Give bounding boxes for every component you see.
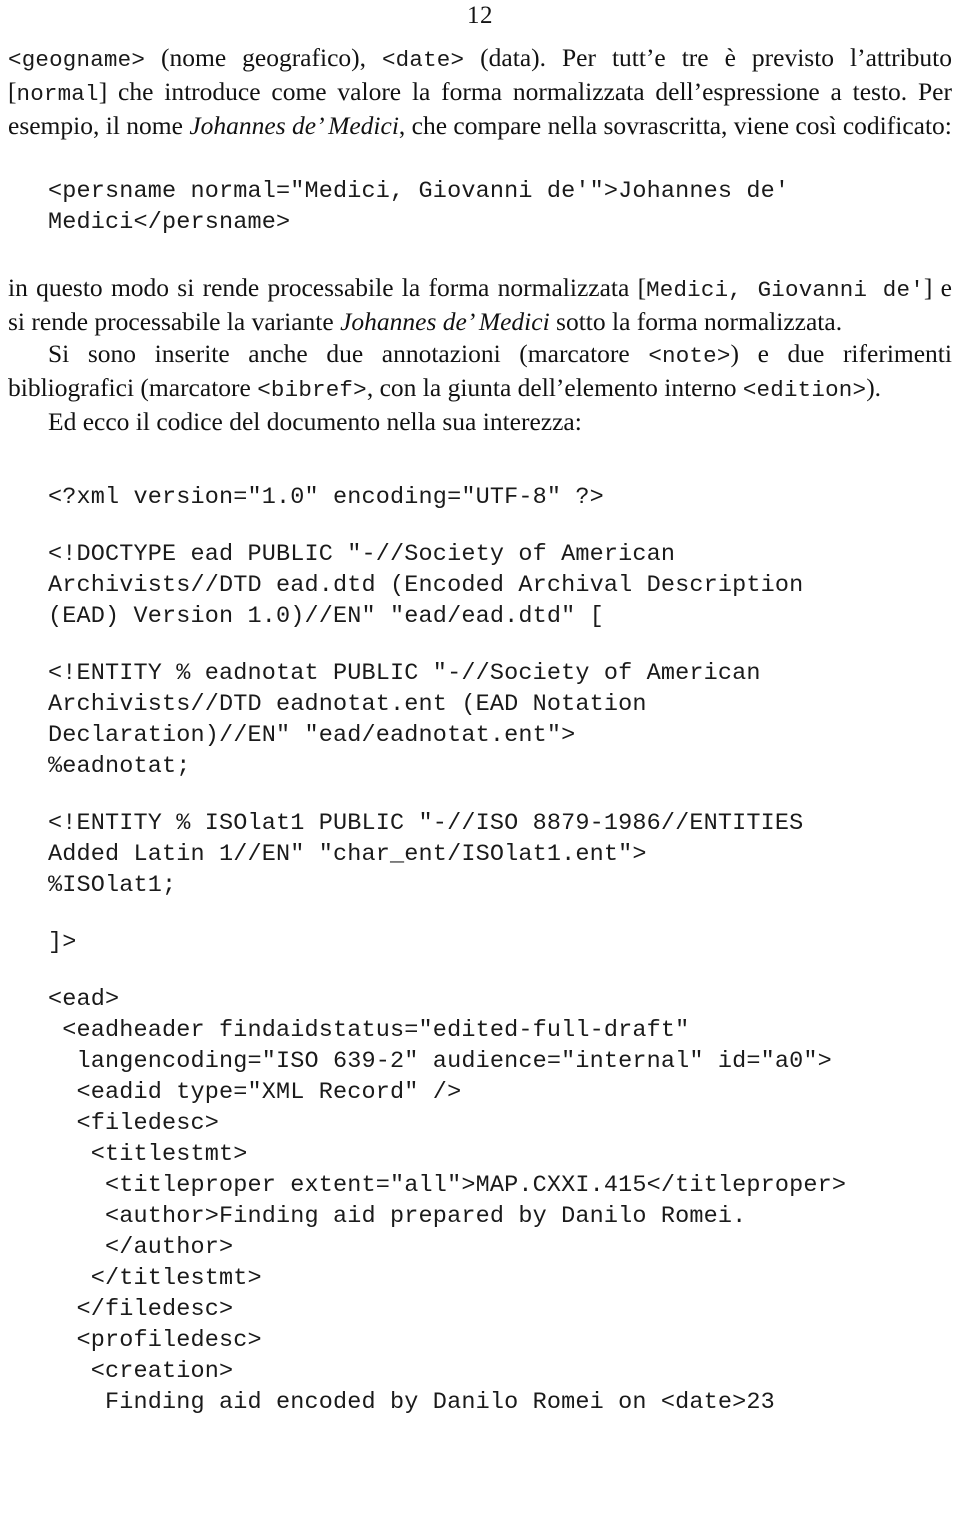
document-page: 12 <geogname> (nome geografico), <date> … (0, 0, 960, 1534)
paragraph-text-segment: , con la giunta dell’elemento interno (366, 373, 743, 402)
inline-code-medici-giovanni: Medici, Giovanni de' (646, 277, 924, 303)
code-block-doctype: <!DOCTYPE ead PUBLIC "-//Society of Amer… (48, 541, 804, 630)
paragraph-text-segment: (nome geografico), (145, 43, 382, 72)
inline-code-normal: normal (16, 81, 99, 107)
paragraph-code-intro: Ed ecco il codice del documento nella su… (48, 407, 582, 436)
code-block-subset-close: ]> (48, 929, 77, 956)
paragraph-text-segment: Si sono inserite anche due annotazioni (… (48, 339, 649, 368)
paragraph-text-segment: in questo modo si rende processabile la … (8, 273, 647, 302)
paragraph-annotations-references: Si sono inserite anche due annotazioni (… (8, 338, 952, 406)
paragraph-text-segment: ). (866, 373, 882, 402)
code-block-ead-body: <ead> <eadheader findaidstatus="edited-f… (48, 986, 847, 1416)
code-block-entity-isolat1: <!ENTITY % ISOlat1 PUBLIC "-//ISO 8879-1… (48, 810, 804, 899)
code-block-entity-eadnotat: <!ENTITY % eadnotat PUBLIC "-//Society o… (48, 660, 761, 780)
inline-code-geogname: <geogname> (8, 47, 146, 73)
paragraph-text-segment: sotto la forma normalizzata. (549, 307, 843, 336)
code-block-persname: <persname normal="Medici, Giovanni de'">… (48, 178, 790, 236)
page-content: <geogname> (nome geografico), <date> (da… (8, 42, 952, 1418)
paragraph-text-segment: , che compare nella sovrascritta, viene … (398, 111, 952, 140)
paragraph-normalized-form: in questo modo si rende processabile la … (8, 272, 952, 338)
inline-code-edition: <edition> (742, 377, 867, 403)
inline-code-date: <date> (381, 47, 465, 73)
code-block-xml-declaration: <?xml version="1.0" encoding="UTF-8" ?> (48, 484, 604, 511)
inline-code-bibref: <bibref> (257, 377, 367, 403)
paragraph-geogname-intro: <geogname> (nome geografico), <date> (da… (8, 42, 952, 142)
italic-name-johannes-de-medici: Johannes de’ Medici (340, 307, 550, 336)
page-number: 12 (467, 2, 493, 29)
italic-name-johannes-de-medici: Johannes de’ Medici (189, 111, 399, 140)
inline-code-note: <note> (648, 343, 731, 369)
